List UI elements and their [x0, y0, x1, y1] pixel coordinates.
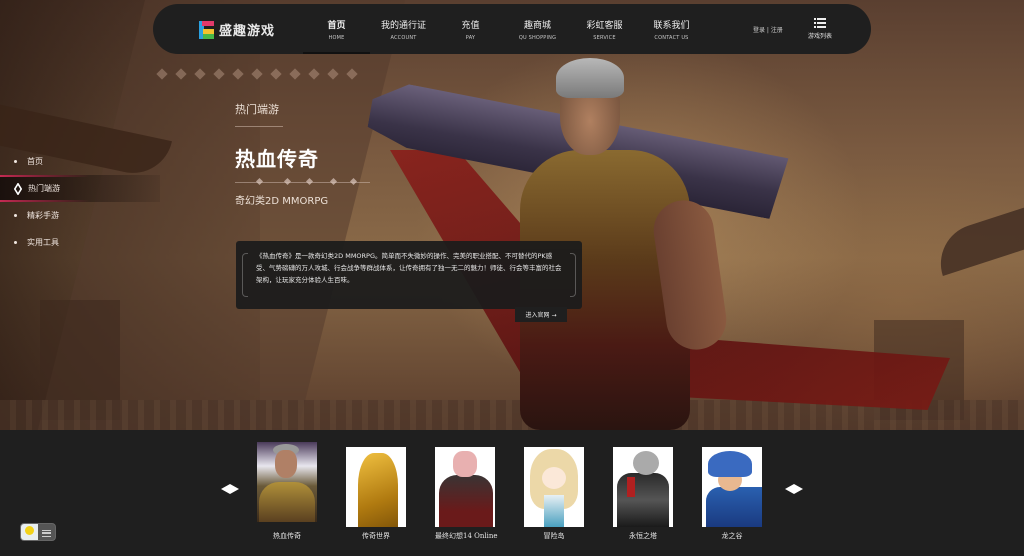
nav-item-home[interactable]: 首页 HOME — [303, 4, 370, 54]
diamond-arrow-left-icon — [221, 484, 239, 494]
nav-item-contact[interactable]: 联系我们 CONTACT US — [638, 4, 705, 54]
menu-icon — [38, 524, 55, 540]
maplestory-thumb — [524, 447, 584, 527]
nav-item-pay[interactable]: 充值 PAY — [437, 4, 504, 54]
game-list-button[interactable]: 游戏列表 — [805, 18, 835, 40]
list-icon — [814, 18, 826, 28]
bullet-icon — [14, 160, 17, 163]
side-menu: 首页 热门端游 精彩手游 实用工具 — [0, 148, 160, 256]
game-thumbnails: 热血传奇 传奇世界 最终幻想14 Online 冒险岛 永恒之塔 龙之谷 — [257, 442, 762, 541]
game-card[interactable]: 热血传奇 — [257, 442, 317, 541]
hero-subtitle: 奇幻类2D MMORPG — [235, 196, 329, 207]
game-card[interactable]: 龙之谷 — [702, 442, 762, 541]
game-carousel: 热血传奇 传奇世界 最终幻想14 Online 冒险岛 永恒之塔 龙之谷 — [0, 430, 1024, 556]
dragon-nest-thumb — [702, 447, 762, 527]
sun-icon — [21, 524, 38, 540]
diamond-decoration — [156, 68, 358, 80]
diamond-icon — [14, 182, 22, 195]
divider — [235, 126, 283, 127]
side-item-tools[interactable]: 实用工具 — [0, 229, 160, 256]
enter-official-site-button[interactable]: 进入官网 → — [515, 307, 567, 322]
hero-title: 热血传奇 — [235, 147, 319, 171]
bullet-icon — [14, 241, 17, 244]
game-description-box: 《热血传奇》是一款奇幻类2D MMORPG。简单而不失微妙的操作、完美的职业搭配… — [236, 241, 582, 309]
top-nav: 盛趣游戏 首页 HOME 我的通行证 ACCOUNT 充值 PAY 趣商城 QU… — [153, 4, 871, 54]
side-item-pc-games[interactable]: 热门端游 — [0, 175, 160, 202]
ff14-thumb — [435, 447, 495, 527]
game-description: 《热血传奇》是一款奇幻类2D MMORPG。简单而不失微妙的操作、完美的职业搭配… — [256, 252, 562, 284]
login-register-link[interactable]: 登录 | 注册 — [753, 25, 783, 34]
game-card[interactable]: 冒险岛 — [524, 442, 584, 541]
game-name: 热血传奇 — [273, 532, 301, 540]
brand-logo[interactable]: 盛趣游戏 — [199, 20, 275, 39]
theme-toggle[interactable] — [20, 523, 56, 541]
carousel-next-button[interactable] — [785, 484, 803, 494]
dotted-divider — [235, 177, 370, 186]
game-name: 永恒之塔 — [629, 532, 657, 540]
game-name: 冒险岛 — [543, 532, 565, 540]
mir-world-thumb — [346, 447, 406, 527]
game-name: 传奇世界 — [362, 532, 390, 540]
nav-item-shopping[interactable]: 趣商城 QU SHOPPING — [504, 4, 571, 54]
game-card[interactable]: 永恒之塔 — [613, 442, 673, 541]
legend-of-mir-thumb — [257, 442, 317, 522]
logo-icon — [199, 20, 215, 39]
page: 盛趣游戏 首页 HOME 我的通行证 ACCOUNT 充值 PAY 趣商城 QU… — [0, 0, 1024, 556]
game-card[interactable]: 传奇世界 — [346, 442, 406, 541]
game-name: 龙之谷 — [721, 532, 743, 540]
side-item-home[interactable]: 首页 — [0, 148, 160, 175]
side-item-mobile-games[interactable]: 精彩手游 — [0, 202, 160, 229]
carousel-prev-button[interactable] — [221, 484, 239, 494]
diamond-arrow-right-icon — [785, 484, 803, 494]
hero-category: 热门端游 — [235, 103, 279, 116]
game-name: 最终幻想14 Online — [435, 532, 498, 540]
nav-item-account[interactable]: 我的通行证 ACCOUNT — [370, 4, 437, 54]
bullet-icon — [14, 214, 17, 217]
nav-menu: 首页 HOME 我的通行证 ACCOUNT 充值 PAY 趣商城 QU SHOP… — [303, 4, 705, 54]
nav-item-service[interactable]: 彩虹客服 SERVICE — [571, 4, 638, 54]
brand-name: 盛趣游戏 — [219, 24, 276, 39]
roof-decoration — [930, 203, 1024, 277]
aion-thumb — [613, 447, 673, 527]
game-card[interactable]: 最终幻想14 Online — [435, 442, 498, 541]
